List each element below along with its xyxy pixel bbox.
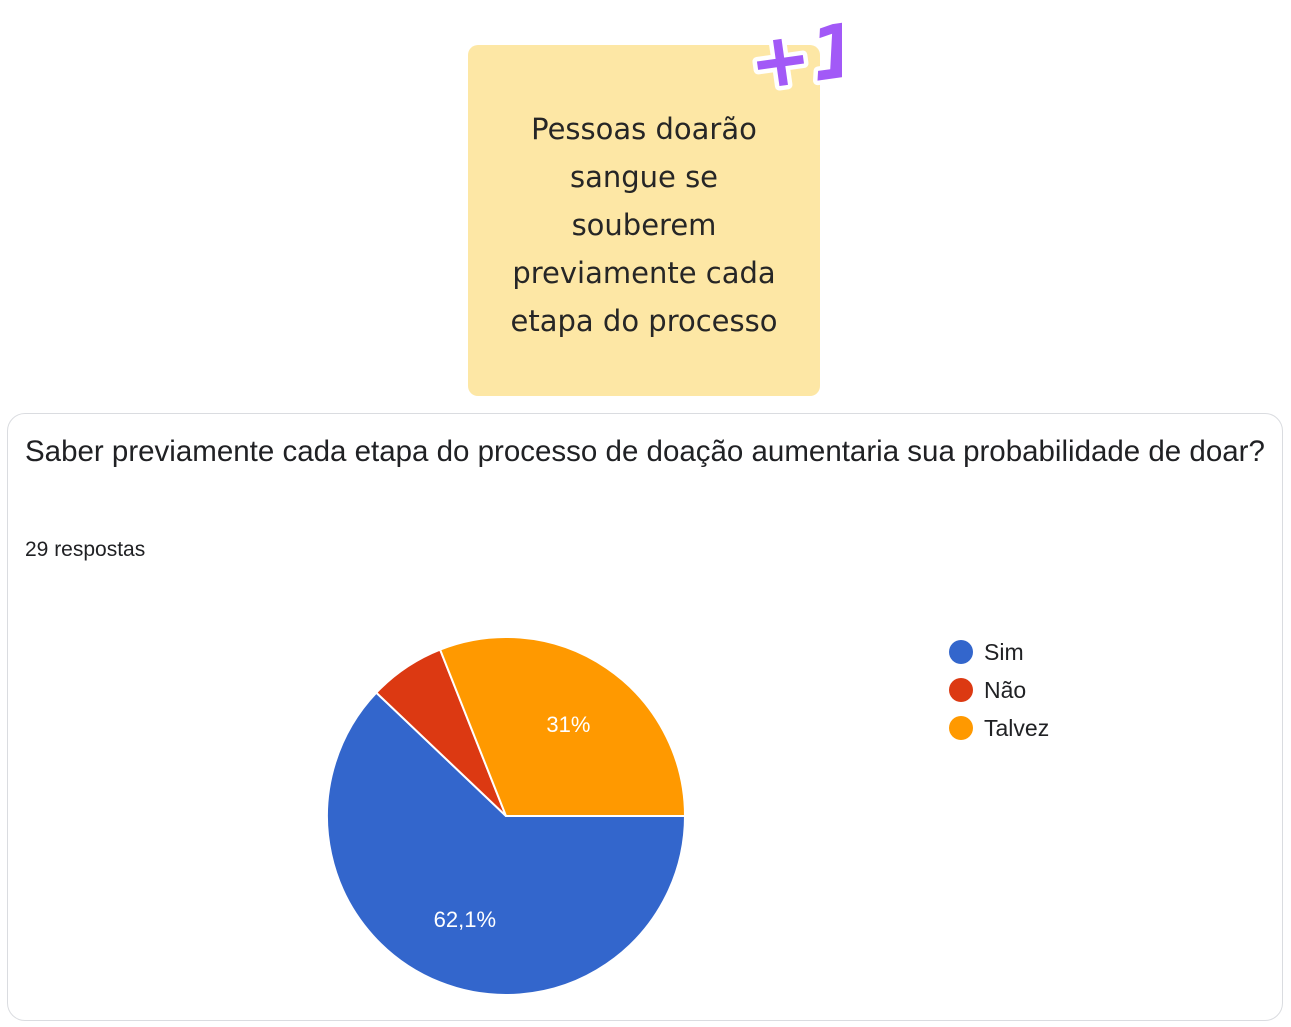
plus-one-badge-icon: +1 bbox=[742, 6, 842, 96]
legend-item-não[interactable]: Não bbox=[949, 671, 1049, 709]
plus-one-text: +1 bbox=[744, 7, 842, 96]
legend-dot-icon bbox=[949, 640, 973, 664]
legend-label: Sim bbox=[984, 638, 1024, 665]
response-count: 29 respostas bbox=[25, 538, 146, 561]
legend-item-talvez[interactable]: Talvez bbox=[949, 709, 1049, 747]
sticky-note[interactable]: Pessoas doarão sangue se souberem previa… bbox=[468, 45, 820, 396]
legend-dot-icon bbox=[949, 716, 973, 740]
legend-label: Não bbox=[984, 676, 1027, 703]
legend-dot-icon bbox=[949, 678, 973, 702]
question-title: Saber previamente cada etapa do processo… bbox=[25, 435, 1265, 468]
legend-item-sim[interactable]: Sim bbox=[949, 633, 1049, 671]
legend-label: Talvez bbox=[984, 714, 1050, 741]
chart-legend: Sim Não Talvez bbox=[949, 633, 1049, 747]
sticky-note-text: Pessoas doarão sangue se souberem previa… bbox=[510, 112, 778, 338]
